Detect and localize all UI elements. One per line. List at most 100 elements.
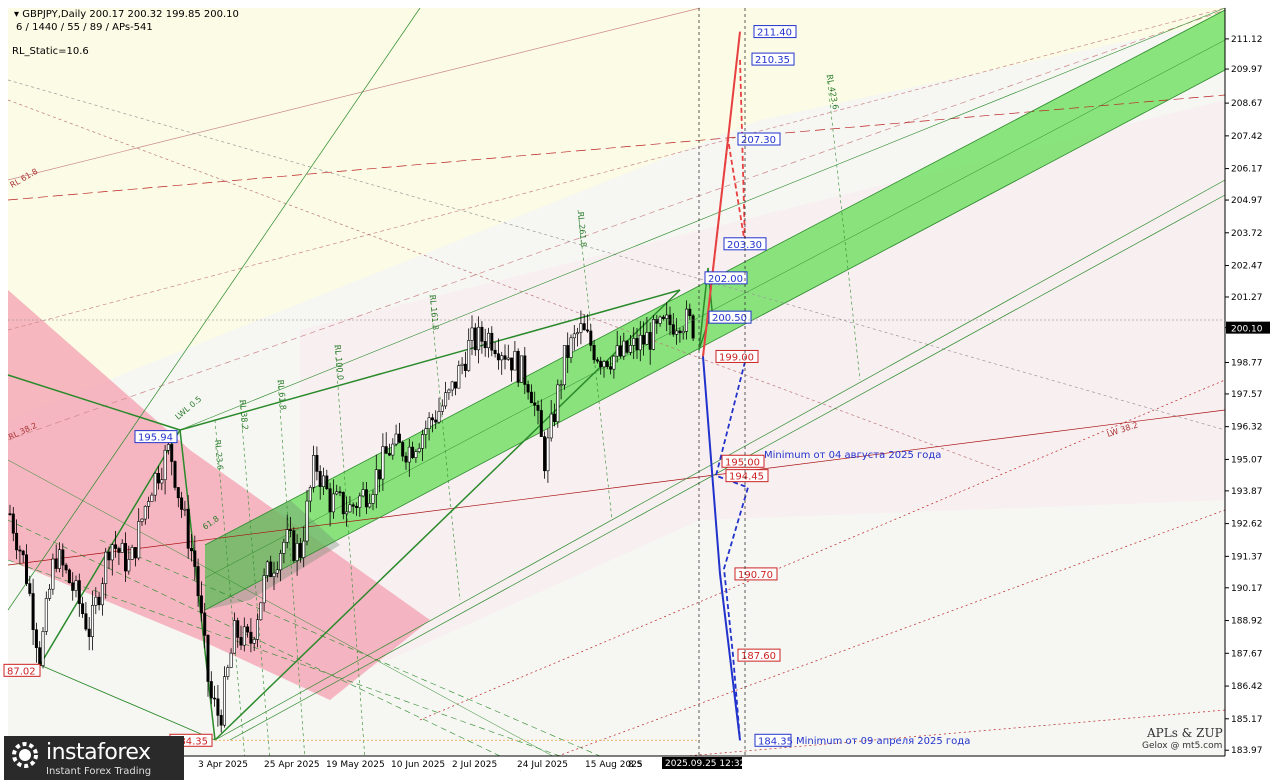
candle-body — [163, 449, 167, 481]
y-tick-label: 203.72 — [1231, 229, 1263, 239]
brand-tagline: Instant Forex Trading — [46, 766, 152, 777]
candle-body — [691, 315, 695, 339]
candle-body — [602, 361, 606, 368]
candle-body — [77, 580, 81, 604]
candle-body — [166, 444, 170, 451]
level-label-red: 199.00 — [719, 352, 754, 363]
candle-body — [199, 595, 203, 614]
candle-body — [157, 473, 161, 484]
candle-body — [216, 698, 220, 716]
candle-body — [302, 540, 306, 558]
x-tick-label: 8 S — [628, 760, 643, 770]
candle-body — [282, 541, 286, 554]
candle-body — [447, 389, 451, 394]
candle-body — [546, 437, 550, 472]
static-header: RL_Static=10.6 — [12, 46, 89, 57]
candle-body — [628, 345, 632, 353]
candle-body — [295, 543, 299, 561]
candle-body — [331, 493, 335, 513]
candle-body — [450, 381, 454, 391]
candle-body — [576, 332, 580, 335]
candle-body — [308, 487, 312, 502]
x-tick-label: 2 Jul 2025 — [452, 760, 497, 770]
candle-body — [242, 626, 246, 646]
candle-body — [599, 360, 603, 368]
candle-body — [460, 363, 464, 366]
candle-body — [384, 446, 388, 454]
candle-body — [183, 508, 187, 511]
y-tick-label: 206.17 — [1231, 165, 1263, 175]
candle-body — [137, 521, 141, 559]
candle-body — [81, 603, 85, 615]
candle-body — [8, 513, 12, 515]
candle-body — [529, 391, 533, 404]
candle-body — [361, 489, 365, 497]
candle-body — [305, 500, 309, 542]
level-label-red: 87.02 — [7, 666, 36, 677]
candle-body — [61, 549, 65, 566]
y-tick-label: 186.42 — [1231, 682, 1263, 692]
symbol-header: ▾ GBPJPY,Daily 200.17 200.32 199.85 200.… — [14, 9, 239, 20]
price-chart[interactable]: 211.40 210.35 207.30 203.30 202.00 200.50 195.… — [0, 0, 1271, 781]
candle-body — [645, 332, 649, 345]
annotation-minimum-april: Minimum от 09 апреля 2025 года — [796, 736, 970, 747]
candle-body — [378, 469, 382, 480]
level-label-red: 194.45 — [729, 472, 764, 483]
candle-body — [516, 350, 520, 383]
candle-body — [232, 620, 236, 654]
candle-body — [176, 487, 180, 499]
y-tick-label: 208.67 — [1231, 99, 1263, 109]
candle-body — [536, 404, 540, 411]
candle-body — [632, 338, 636, 346]
candle-body — [559, 384, 563, 387]
candle-body — [533, 402, 537, 406]
candle-body — [41, 631, 45, 666]
price-axis: 211.12 209.97 208.67 207.42 206.17 204.97 203.… — [1224, 8, 1271, 756]
candle-body — [315, 454, 319, 472]
candle-body — [665, 314, 669, 319]
cursor-time-label: 2025.09.25 12:32 — [665, 759, 745, 769]
candle-body — [510, 357, 514, 371]
candle-body — [288, 529, 292, 531]
candle-body — [147, 501, 151, 507]
candle-body — [11, 513, 15, 534]
candle-body — [84, 613, 88, 630]
candle-body — [539, 410, 543, 437]
y-tick-label: 197.57 — [1231, 390, 1263, 400]
candle-body — [259, 602, 263, 621]
candle-body — [97, 596, 101, 606]
candle-body — [130, 547, 134, 560]
candle-body — [625, 340, 629, 353]
y-tick-label: 211.12 — [1231, 35, 1263, 45]
candle-body — [236, 620, 240, 638]
y-tick-label: 191.37 — [1231, 552, 1263, 562]
candle-body — [661, 316, 665, 319]
y-tick-label: 183.97 — [1231, 746, 1263, 756]
candle-body — [503, 355, 507, 360]
candle-body — [490, 332, 494, 351]
candle-body — [635, 338, 639, 351]
candle-body — [249, 631, 253, 644]
candle-body — [582, 323, 586, 331]
candle-body — [348, 504, 352, 513]
level-label-red: 187.60 — [741, 651, 776, 662]
level-label-red: 190.70 — [738, 570, 773, 581]
candle-body — [681, 331, 685, 334]
level-label-blue: 203.30 — [727, 240, 762, 251]
candle-body — [440, 405, 444, 412]
candle-body — [100, 583, 104, 606]
candle-body — [223, 676, 227, 726]
candle-body — [345, 511, 349, 515]
candle-body — [404, 455, 408, 463]
candle-body — [678, 330, 682, 334]
candle-body — [252, 639, 256, 644]
candle-body — [38, 647, 42, 666]
candle-body — [265, 561, 269, 576]
level-label-blue: 207.30 — [741, 135, 776, 146]
watermark-title: APLs & ZUP — [1147, 726, 1223, 740]
y-tick-label: 207.42 — [1231, 132, 1263, 142]
candle-body — [193, 550, 197, 567]
candle-body — [24, 554, 28, 584]
candle-body — [651, 319, 655, 350]
candle-body — [595, 359, 599, 362]
